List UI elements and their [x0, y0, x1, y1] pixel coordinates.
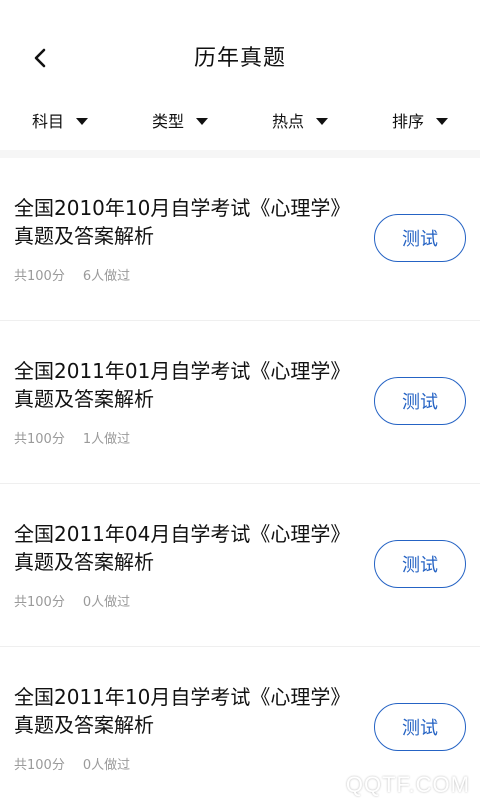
exam-title: 全国2011年01月自学考试《心理学》真题及答案解析 [14, 359, 351, 411]
filter-sort[interactable]: 排序 [360, 108, 480, 132]
filter-label: 排序 [391, 112, 424, 131]
exam-score: 共100分 [14, 758, 65, 773]
section-divider [0, 150, 480, 158]
filter-bar: 科目 类型 热点 排序 [0, 103, 480, 137]
exam-title: 全国2011年04月自学考试《心理学》真题及答案解析 [14, 522, 351, 574]
filter-label: 类型 [151, 112, 184, 131]
watermark: QQTF.COM [345, 772, 470, 797]
test-button[interactable]: 测试 [374, 540, 466, 588]
exam-meta: 共100分 0人做过 [14, 591, 130, 610]
exam-score: 共100分 [14, 269, 65, 284]
caret-down-icon [316, 117, 328, 125]
header: 历年真题 科目 类型 热点 排序 [0, 0, 480, 131]
exam-meta: 共100分 1人做过 [14, 428, 130, 447]
filter-subject[interactable]: 科目 [0, 108, 120, 132]
exam-title: 全国2011年10月自学考试《心理学》真题及答案解析 [14, 685, 351, 737]
exam-title: 全国2010年10月自学考试《心理学》真题及答案解析 [14, 196, 351, 248]
exam-score: 共100分 [14, 432, 65, 447]
exam-meta: 共100分 0人做过 [14, 754, 130, 773]
filter-label: 热点 [271, 112, 304, 131]
app-screen: 历年真题 科目 类型 热点 排序 全国2010年10月自学考试《心理学》真题及答… [0, 0, 480, 800]
list-item[interactable]: 全国2011年01月自学考试《心理学》真题及答案解析 共100分 1人做过 测试 [0, 321, 480, 484]
page-title: 历年真题 [193, 46, 286, 71]
exam-meta: 共100分 6人做过 [14, 265, 130, 284]
filter-label: 科目 [31, 112, 64, 131]
exam-done-count: 6人做过 [82, 269, 131, 284]
exam-done-count: 0人做过 [82, 758, 131, 773]
exam-list: 全国2010年10月自学考试《心理学》真题及答案解析 共100分 6人做过 测试… [0, 158, 480, 800]
test-button[interactable]: 测试 [374, 377, 466, 425]
exam-done-count: 1人做过 [82, 432, 131, 447]
test-button[interactable]: 测试 [374, 214, 466, 262]
caret-down-icon [76, 117, 88, 125]
filter-type[interactable]: 类型 [120, 108, 240, 132]
list-item[interactable]: 全国2011年04月自学考试《心理学》真题及答案解析 共100分 0人做过 测试 [0, 484, 480, 647]
caret-down-icon [436, 117, 448, 125]
filter-hot[interactable]: 热点 [240, 108, 360, 132]
exam-score: 共100分 [14, 595, 65, 610]
list-item[interactable]: 全国2010年10月自学考试《心理学》真题及答案解析 共100分 6人做过 测试 [0, 158, 480, 321]
exam-done-count: 0人做过 [82, 595, 131, 610]
caret-down-icon [196, 117, 208, 125]
test-button[interactable]: 测试 [374, 703, 466, 751]
